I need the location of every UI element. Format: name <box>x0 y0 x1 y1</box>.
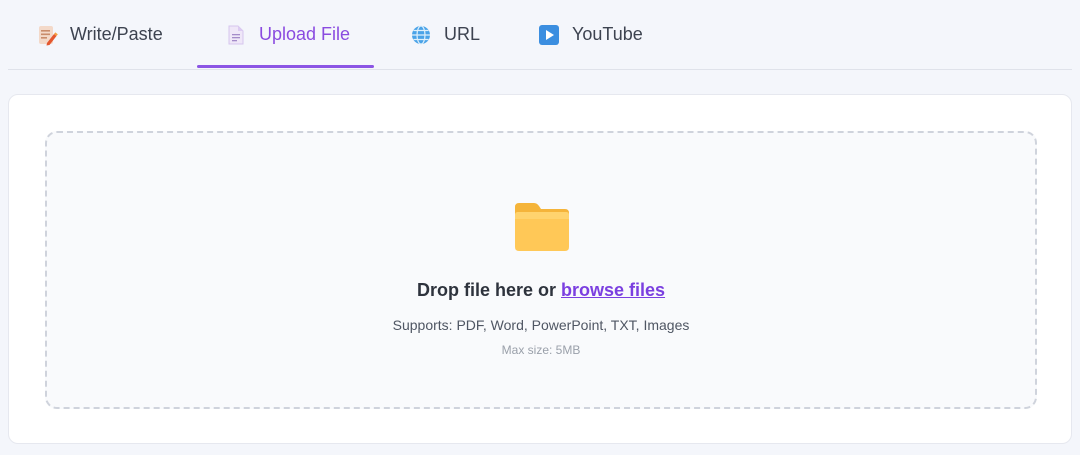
file-drop-zone[interactable]: Drop file here or browse files Supports:… <box>45 131 1037 409</box>
tab-label: Upload File <box>259 24 351 44</box>
supported-formats-text: Supports: PDF, Word, PowerPoint, TXT, Im… <box>392 317 690 333</box>
drop-prompt-text: Drop file here or <box>416 280 556 300</box>
write-paste-icon <box>36 24 58 46</box>
browse-files-link[interactable]: browse files <box>561 280 665 300</box>
max-size-text: Max size: 5MB <box>501 343 581 357</box>
active-tab-indicator <box>197 65 374 68</box>
drop-prompt: Drop file here or browse files <box>47 280 1035 301</box>
tab-label: YouTube <box>572 24 643 44</box>
document-icon <box>225 24 247 46</box>
globe-icon <box>410 24 432 46</box>
upload-panel: Drop file here or browse files Supports:… <box>8 94 1072 444</box>
tab-upload-file[interactable]: Upload File <box>225 0 350 69</box>
tab-label: Write/Paste <box>70 24 163 44</box>
tab-url[interactable]: URL <box>410 0 480 69</box>
tab-label: URL <box>444 24 481 44</box>
play-icon <box>538 24 560 46</box>
tab-youtube[interactable]: YouTube <box>538 0 643 69</box>
input-source-tabs: Write/Paste Upload File URL YouTube <box>8 0 1072 70</box>
folder-icon <box>513 199 571 253</box>
tab-write-paste[interactable]: Write/Paste <box>36 0 163 69</box>
